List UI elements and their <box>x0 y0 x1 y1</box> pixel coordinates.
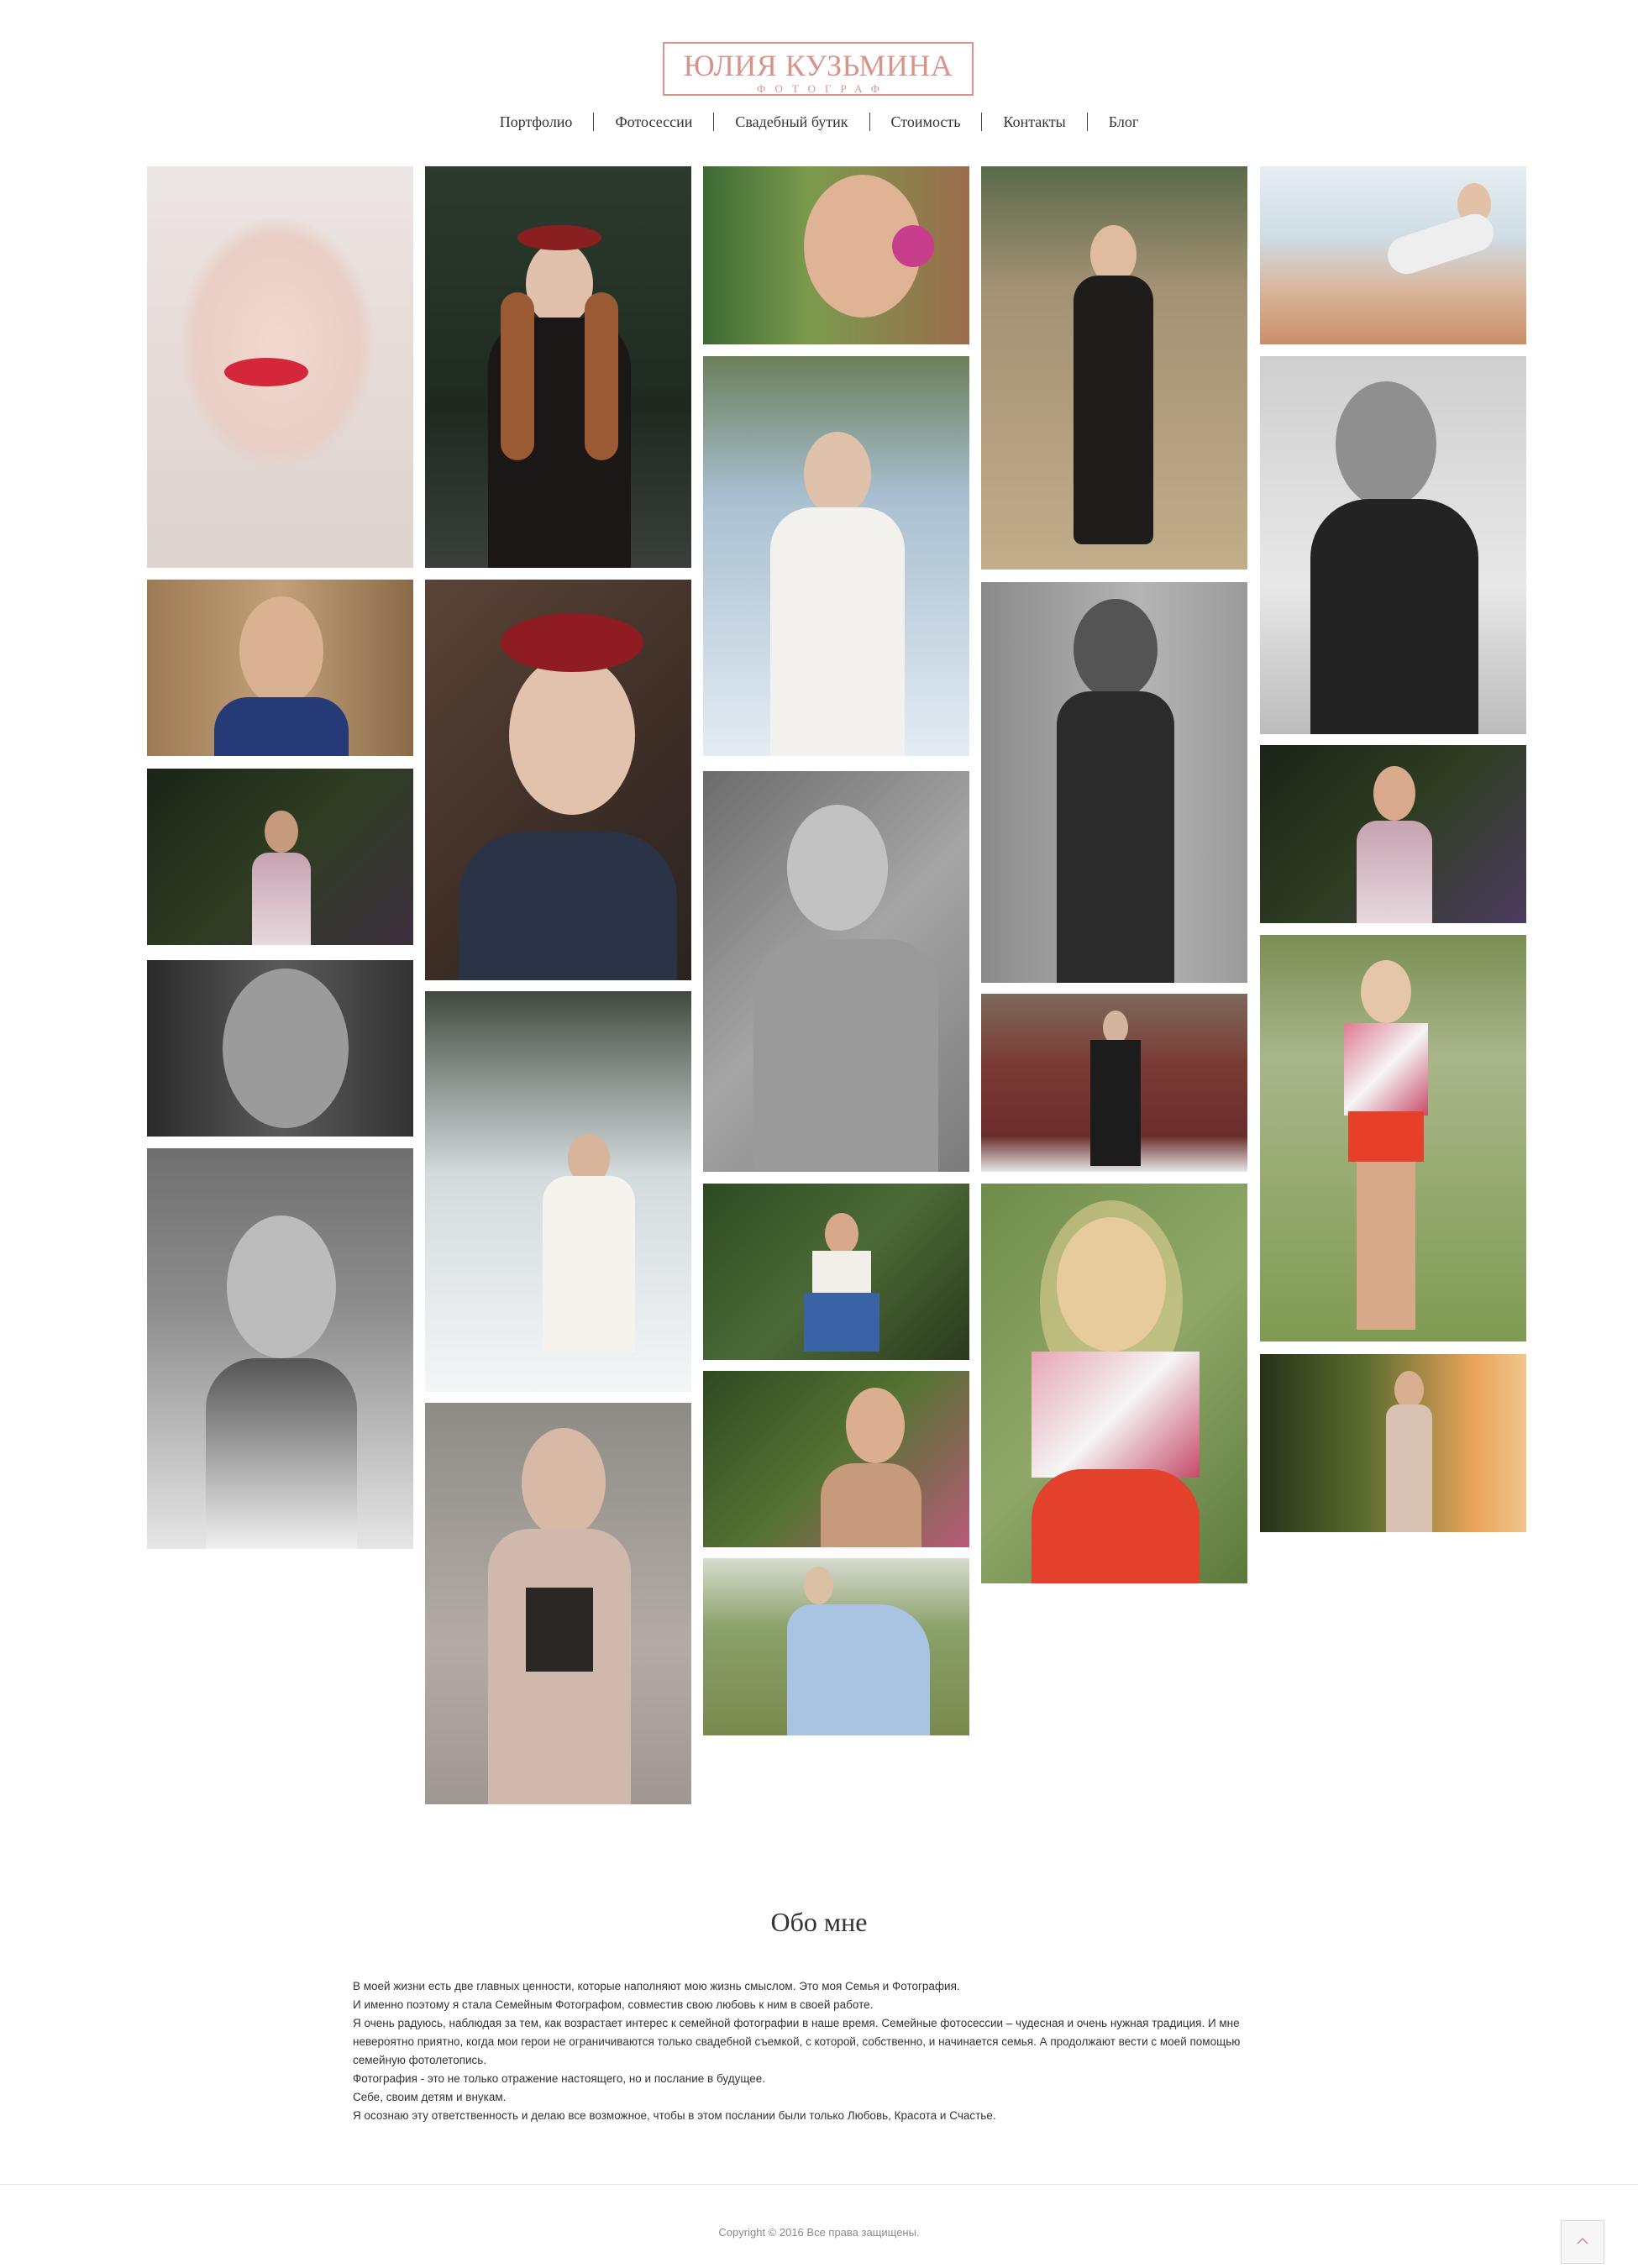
gallery-photo[interactable] <box>703 1371 969 1547</box>
gallery-photo[interactable] <box>703 1558 969 1735</box>
gallery-photo[interactable] <box>147 1148 413 1549</box>
about-paragraph: В моей жизни есть две главных ценности, … <box>353 1980 960 1992</box>
nav-blog[interactable]: Блог <box>1088 113 1159 131</box>
gallery-photo[interactable] <box>1260 166 1526 344</box>
nav-contacts[interactable]: Контакты <box>982 113 1086 131</box>
gallery-photo[interactable] <box>703 166 969 344</box>
main-nav: Портфолио Фотосессии Свадебный бутик Сто… <box>454 109 1184 134</box>
gallery-photo[interactable] <box>703 356 969 756</box>
gallery-photo[interactable] <box>147 166 413 568</box>
gallery-photo[interactable] <box>703 1184 969 1360</box>
footer-divider <box>0 2184 1638 2185</box>
nav-portfolio[interactable]: Портфолио <box>479 113 594 131</box>
logo-title: ЮЛИЯ КУЗЬМИНА <box>683 49 953 82</box>
gallery-photo[interactable] <box>981 582 1247 983</box>
gallery-photo[interactable] <box>703 771 969 1172</box>
scroll-to-top-button[interactable] <box>1561 2220 1604 2264</box>
gallery-photo[interactable] <box>981 994 1247 1172</box>
about-title: Обо мне <box>770 1907 868 1937</box>
nav-photosessions[interactable]: Фотосессии <box>594 113 713 131</box>
nav-pricing[interactable]: Стоимость <box>870 113 982 131</box>
copyright-text: Copyright © 2016 Все права защищены. <box>718 2226 920 2239</box>
gallery-photo[interactable] <box>425 166 691 568</box>
gallery-photo[interactable] <box>147 580 413 756</box>
gallery-photo[interactable] <box>981 166 1247 570</box>
gallery-photo[interactable] <box>147 769 413 945</box>
gallery-photo[interactable] <box>147 960 413 1137</box>
site-logo[interactable]: ЮЛИЯ КУЗЬМИНА ФОТОГРАФ <box>663 42 974 96</box>
about-paragraph: Себе, своим детям и внукам. <box>353 2091 507 2103</box>
about-paragraph: И именно поэтому я стала Семейным Фотогр… <box>353 1998 874 2011</box>
about-text: В моей жизни есть две главных ценности, … <box>353 1977 1285 2125</box>
about-paragraph: Фотография - это не только отражение нас… <box>353 2072 766 2085</box>
gallery-photo[interactable] <box>1260 935 1526 1341</box>
about-paragraph: Я осознаю эту ответственность и делаю вс… <box>353 2109 996 2122</box>
gallery-photo[interactable] <box>1260 1354 1526 1532</box>
gallery-photo[interactable] <box>1260 356 1526 734</box>
gallery-photo[interactable] <box>425 991 691 1392</box>
gallery-photo[interactable] <box>425 580 691 980</box>
logo-subtitle: ФОТОГРАФ <box>757 82 889 95</box>
gallery-photo[interactable] <box>425 1403 691 1804</box>
about-paragraph: Я очень радуюсь, наблюдая за тем, как во… <box>353 2017 1241 2066</box>
nav-wedding-boutique[interactable]: Свадебный бутик <box>714 113 869 131</box>
gallery-photo[interactable] <box>1260 745 1526 923</box>
gallery-photo[interactable] <box>981 1184 1247 1583</box>
arrow-up-icon <box>1577 2234 1588 2250</box>
